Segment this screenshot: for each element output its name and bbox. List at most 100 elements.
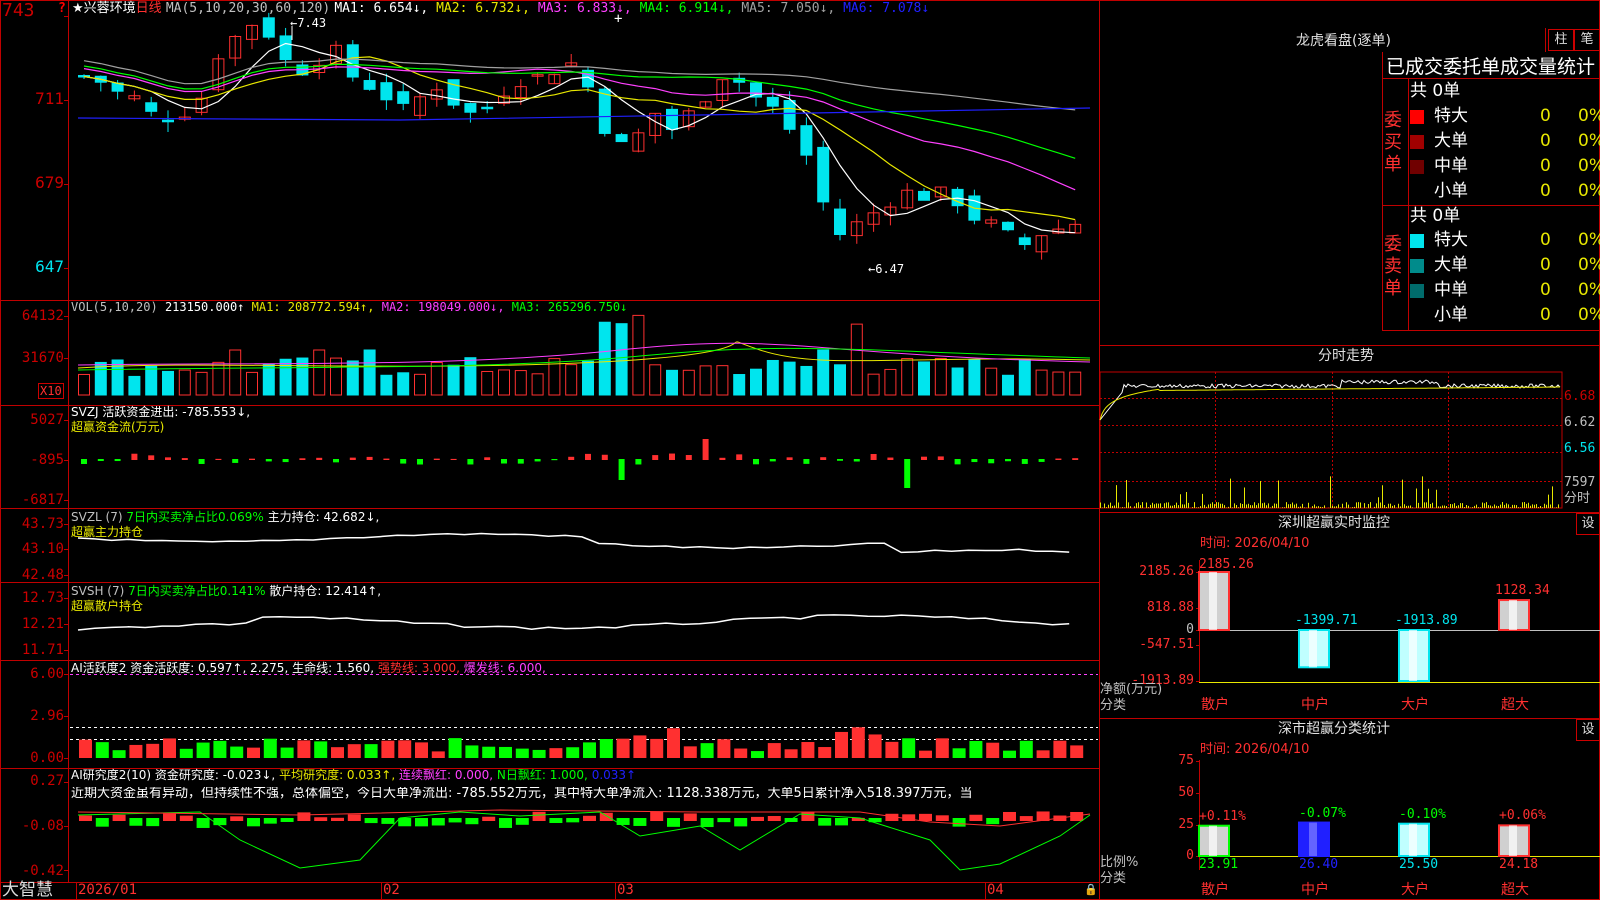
svzl-hold: 主力持仓: 42.682↓, bbox=[267, 510, 380, 524]
fund-flow-bar bbox=[165, 457, 171, 460]
fund-flow-bar bbox=[1021, 459, 1028, 464]
date-axis-label-0: 2026/01 bbox=[78, 882, 138, 898]
volume-bar bbox=[615, 323, 628, 396]
ma-value-4: MA4: 6.914↓, bbox=[639, 1, 742, 16]
vol-unit-button[interactable]: X10 bbox=[38, 383, 64, 399]
candle-body bbox=[346, 44, 359, 78]
bar-mode-button[interactable]: 柱 bbox=[1548, 29, 1574, 51]
fund-flow-bar bbox=[937, 456, 944, 460]
tick-mode-button[interactable]: 笔 bbox=[1574, 29, 1600, 51]
monitor-category-title: 分类 bbox=[1100, 698, 1127, 713]
sell-color-swatch-0 bbox=[1410, 234, 1424, 248]
price-axis-743: 743 bbox=[2, 0, 35, 21]
volume-bar bbox=[498, 369, 510, 396]
main-position-line bbox=[77, 532, 1070, 554]
monitor-settings-button[interactable]: 设 bbox=[1576, 513, 1600, 535]
activity-bar bbox=[700, 743, 714, 758]
activity-bar bbox=[868, 734, 882, 758]
volume-bar bbox=[817, 349, 830, 396]
sell-row-0-name: 特大 bbox=[1434, 230, 1468, 250]
activity-bar bbox=[1070, 745, 1084, 758]
research-bar bbox=[599, 812, 613, 821]
candle-body bbox=[279, 35, 292, 61]
sell-orders-label: 委卖单 bbox=[1384, 234, 1402, 299]
fund-flow-bar bbox=[232, 459, 239, 463]
price-axis-647: 647 bbox=[35, 257, 64, 276]
monitor-bar-highlight bbox=[1409, 630, 1417, 681]
research-bar bbox=[146, 818, 160, 827]
activity-bar bbox=[179, 748, 193, 758]
research-bar bbox=[482, 816, 496, 821]
sell-row-1-count: 0 bbox=[1540, 255, 1551, 275]
fund-flow-bar bbox=[719, 457, 726, 460]
research-bar bbox=[835, 818, 848, 826]
main-chart-canvas[interactable] bbox=[0, 0, 1600, 900]
sell-color-swatch-3 bbox=[1410, 309, 1424, 323]
sell-color-swatch-1 bbox=[1410, 259, 1424, 273]
volume-bar bbox=[430, 362, 443, 396]
lock-icon[interactable]: 🔒 bbox=[1084, 883, 1098, 897]
volume-bar bbox=[867, 373, 880, 396]
research-bar bbox=[549, 818, 563, 824]
volume-bar bbox=[78, 373, 90, 396]
fund-flow-bar bbox=[669, 453, 675, 460]
research-bar bbox=[935, 815, 949, 821]
period-label[interactable]: 日线 bbox=[136, 1, 162, 16]
activity-bar bbox=[566, 747, 580, 758]
stat-category-3: 超大 bbox=[1501, 882, 1529, 898]
fund-flow-bar bbox=[215, 458, 222, 460]
sell-row-2-name: 中单 bbox=[1434, 280, 1468, 300]
svzl-subtitle: 超赢主力持仓 bbox=[71, 525, 144, 539]
monitor-category-2: 大户 bbox=[1401, 697, 1429, 713]
fund-flow-bar bbox=[870, 454, 877, 460]
research-bar bbox=[650, 811, 664, 821]
fund-flow-bar bbox=[803, 459, 810, 464]
volume-bar bbox=[481, 370, 494, 396]
stat-axis-title: 比例% bbox=[1100, 855, 1139, 870]
ai2-avg: 平均研究度: 0.033↑, bbox=[279, 768, 396, 782]
research-bar bbox=[465, 818, 479, 825]
volume-bar bbox=[279, 358, 292, 396]
volume-bar bbox=[246, 371, 258, 396]
buy-row-3-name: 小单 bbox=[1434, 181, 1468, 201]
volume-bar bbox=[514, 370, 527, 396]
research-bar bbox=[986, 818, 1000, 825]
volume-bar bbox=[800, 365, 813, 396]
candle-body bbox=[918, 190, 930, 201]
activity-bar bbox=[751, 751, 764, 758]
svzl-header: SVZL (7) 7日内买卖净占比0.069% 主力持仓: 42.682↓, bbox=[71, 510, 379, 524]
research-bar bbox=[633, 818, 647, 826]
ma-value-6: MA6: 7.078↓ bbox=[843, 1, 930, 16]
sell-row-3-name: 小单 bbox=[1434, 305, 1468, 325]
activity-bar bbox=[1019, 740, 1033, 758]
fund-flow-bar bbox=[635, 459, 642, 465]
svsh-title: SVSH (7) bbox=[71, 584, 125, 598]
research-bar bbox=[79, 815, 92, 821]
ai1-strong: 强势线: 3.000, bbox=[377, 661, 460, 675]
activity-bar bbox=[532, 749, 546, 758]
brand-logo[interactable]: 大智慧 bbox=[2, 880, 53, 900]
svsh-ratio: 7日内买卖净占比0.141% bbox=[128, 584, 266, 598]
activity-bar bbox=[969, 740, 983, 758]
activity-bar bbox=[1036, 750, 1050, 758]
activity-bar bbox=[129, 744, 143, 758]
fund-flow-bar bbox=[685, 455, 692, 460]
activity-bar bbox=[667, 728, 680, 758]
fund-flow-bar bbox=[904, 459, 911, 488]
intraday-price-line bbox=[1099, 379, 1561, 421]
svzl-axis-low: 42.48 bbox=[21, 567, 64, 583]
research-bar bbox=[919, 813, 932, 821]
order-stat-tabs[interactable]: 已成交委托单成交量统计 bbox=[1386, 56, 1595, 78]
volume-bar bbox=[582, 360, 594, 396]
fund-flow-bar bbox=[601, 454, 608, 460]
fund-flow-bar bbox=[1038, 459, 1045, 462]
svzj-axis-high: 5027 bbox=[30, 412, 64, 428]
research-bar bbox=[280, 818, 294, 822]
activity-bar bbox=[163, 738, 176, 758]
star-icon[interactable]: ★ bbox=[72, 1, 84, 16]
stat-settings-button[interactable]: 设 bbox=[1576, 719, 1600, 741]
research-bar bbox=[398, 818, 412, 827]
volume-bar bbox=[464, 357, 477, 396]
help-icon[interactable]: ? bbox=[58, 2, 66, 16]
monitor-axis-title: 净额(万元) bbox=[1100, 682, 1163, 697]
